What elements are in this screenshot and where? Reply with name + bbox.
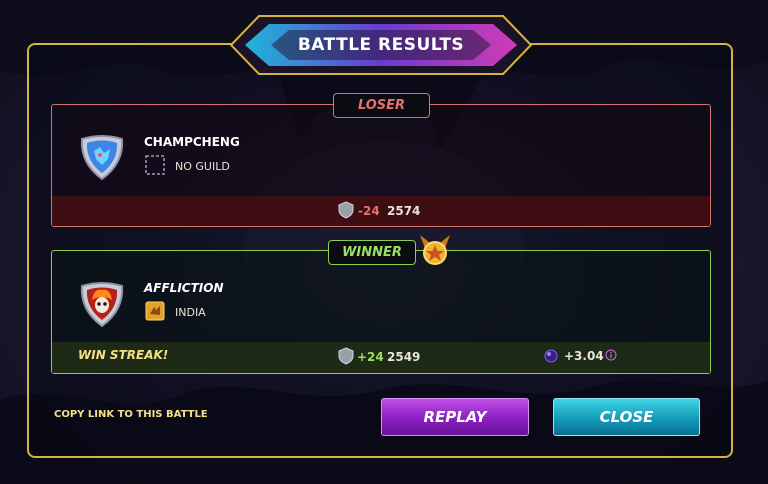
info-icon[interactable] bbox=[605, 349, 617, 361]
reward-value: +3.04 bbox=[564, 349, 604, 363]
loser-guild: NO GUILD bbox=[175, 160, 230, 173]
win-streak-label: WIN STREAK! bbox=[78, 348, 169, 362]
replay-button[interactable]: REPLAY bbox=[381, 398, 529, 436]
page-title: BATTLE RESULTS bbox=[297, 35, 465, 55]
winner-rating: 2549 bbox=[387, 350, 421, 364]
copy-battle-link[interactable]: COPY LINK TO THIS BATTLE bbox=[54, 409, 208, 420]
empty-guild-icon bbox=[145, 155, 165, 175]
loser-rating-change: -24 bbox=[358, 204, 380, 218]
winner-guild: INDIA bbox=[175, 306, 206, 319]
blue-dragon-avatar-icon bbox=[80, 135, 124, 181]
dark-energy-orb-icon bbox=[544, 349, 558, 363]
trophy-medal-icon bbox=[420, 235, 450, 265]
shield-rating-icon bbox=[338, 347, 354, 365]
loser-rating: 2574 bbox=[387, 204, 421, 218]
shield-rating-icon bbox=[338, 201, 354, 219]
loser-rating-bar bbox=[52, 196, 710, 226]
loser-tag: LOSER bbox=[333, 93, 430, 118]
flaming-skull-avatar-icon bbox=[80, 282, 124, 328]
winner-rating-change: +24 bbox=[357, 350, 384, 364]
winner-player-name: AFFLICTION bbox=[144, 281, 224, 295]
winner-tag: WINNER bbox=[328, 240, 416, 265]
guild-banner-icon bbox=[145, 301, 165, 321]
loser-player-name: CHAMPCHENG bbox=[144, 135, 240, 149]
close-button[interactable]: CLOSE bbox=[553, 398, 700, 436]
